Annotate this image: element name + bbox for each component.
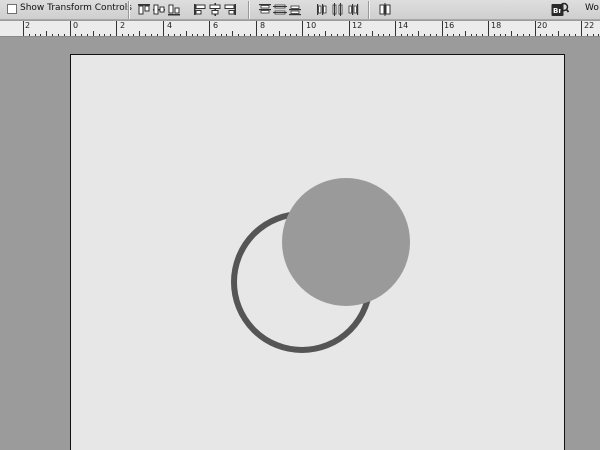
auto-align-layers-button[interactable] <box>378 3 392 16</box>
show-transform-controls-label[interactable]: Show Transform Controls <box>20 3 132 13</box>
options-bar: Show Transform Controls Br Wo <box>0 0 600 20</box>
launch-bridge-icon: Br <box>551 2 570 16</box>
ruler-label: 18 <box>491 21 502 30</box>
align-right-edges-button[interactable] <box>223 3 237 16</box>
ruler-label: 2 <box>120 21 126 30</box>
launch-bridge-button[interactable]: Br <box>551 1 570 18</box>
align-vertical-centers-button[interactable] <box>152 3 166 16</box>
distribute-horizontal-centers-icon <box>332 3 343 16</box>
document-workspace[interactable] <box>0 38 600 450</box>
ruler-label: 20 <box>537 21 548 30</box>
workspace-switcher-label[interactable]: Wo <box>585 3 599 13</box>
distribute-bottom-edges-button[interactable] <box>288 3 302 16</box>
distribute-vertical-centers-icon <box>273 4 287 15</box>
ruler-label: 14 <box>398 21 409 30</box>
distribute-vertical-centers-button[interactable] <box>273 3 287 16</box>
align-top-edges-button[interactable] <box>137 3 151 16</box>
ruler-label: 16 <box>444 21 455 30</box>
ruler-label: 6 <box>213 21 219 30</box>
ruler-label: 22 <box>584 21 595 30</box>
ruler-label: 12 <box>352 21 363 30</box>
toolbar-separator <box>248 1 249 19</box>
align-right-edges-icon <box>224 4 236 15</box>
distribute-left-edges-icon <box>317 4 327 15</box>
auto-align-layers-icon <box>379 3 391 16</box>
align-top-edges-icon <box>138 4 150 15</box>
align-bottom-edges-button[interactable] <box>167 3 181 16</box>
document-canvas[interactable] <box>70 54 565 450</box>
distribute-horizontal-centers-button[interactable] <box>331 3 345 16</box>
ruler-label: 10 <box>306 21 317 30</box>
distribute-right-edges-button[interactable] <box>346 3 360 16</box>
align-left-edges-icon <box>194 4 206 15</box>
show-transform-controls-checkbox[interactable] <box>7 4 17 14</box>
horizontal-ruler[interactable]: 2 0 2 4 6 8 10 12 14 16 18 20 22 <box>0 21 600 37</box>
distribute-left-edges-button[interactable] <box>316 3 330 16</box>
filled-circle-shape[interactable] <box>282 178 410 306</box>
toolbar-separator <box>368 1 369 19</box>
distribute-top-edges-button[interactable] <box>258 3 272 16</box>
toolbar-separator <box>128 1 129 19</box>
align-horizontal-centers-icon <box>209 3 221 16</box>
ruler-label: 2 <box>25 21 31 30</box>
align-bottom-edges-icon <box>168 4 180 16</box>
align-vertical-centers-icon <box>153 4 165 15</box>
ruler-label: 0 <box>73 21 79 30</box>
align-horizontal-centers-button[interactable] <box>208 3 222 16</box>
ruler-ticks <box>23 21 599 36</box>
ruler-label: 8 <box>260 21 266 30</box>
distribute-right-edges-icon <box>348 4 359 15</box>
shapes-layer <box>231 178 410 353</box>
ruler-label: 4 <box>167 21 173 30</box>
align-left-edges-button[interactable] <box>193 3 207 16</box>
distribute-top-edges-icon <box>259 4 271 14</box>
distribute-bottom-edges-icon <box>289 5 301 16</box>
